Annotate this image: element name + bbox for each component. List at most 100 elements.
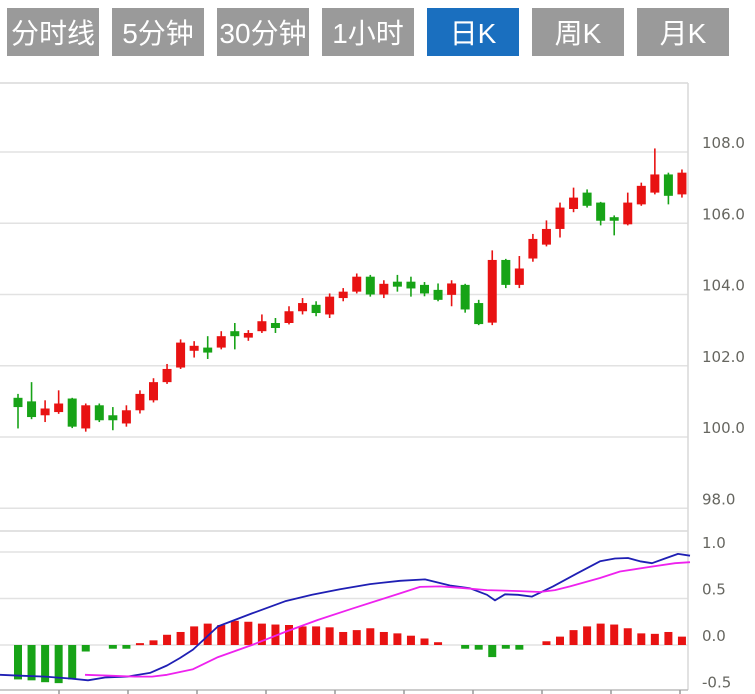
price-axis-label: 98.0: [702, 490, 735, 508]
candle-up: [447, 283, 456, 294]
macd-bar-up: [542, 641, 550, 645]
candle-up: [650, 174, 659, 192]
candle-up: [149, 382, 158, 400]
macd-bar-up: [583, 626, 591, 645]
candle-down: [230, 331, 239, 336]
candle-down: [108, 415, 117, 420]
macd-bar-up: [637, 633, 645, 645]
gridlines: [0, 83, 688, 690]
x-axis: [0, 690, 688, 694]
tab-daily-k[interactable]: 日K: [427, 8, 519, 56]
candle-down: [271, 323, 280, 328]
macd-bar-up: [624, 628, 632, 645]
candle-down: [420, 285, 429, 294]
macd-axis-label: -0.5: [702, 674, 731, 692]
macd-bar-up: [366, 628, 374, 645]
candle-up: [379, 284, 388, 295]
tab-30-minute[interactable]: 30分钟: [217, 8, 309, 56]
macd-histogram: [14, 621, 686, 683]
candle-up: [623, 203, 632, 225]
candle-up: [325, 297, 334, 315]
candle-up: [352, 277, 361, 292]
macd-axis-label: 1.0: [702, 534, 726, 552]
macd-bar-up: [421, 638, 429, 645]
candle-down: [14, 398, 23, 407]
candle-down: [434, 290, 443, 300]
macd-bar-up: [163, 635, 171, 645]
macd-bar-up: [407, 636, 415, 645]
macd-bar-up: [150, 640, 158, 645]
candle-up: [569, 198, 578, 209]
candle-up: [54, 404, 63, 413]
stock-chart-app: { "tabs": [ {"label": "分时线", "active": f…: [0, 0, 755, 694]
candle-down: [366, 277, 375, 295]
price-axis-label: 108.0: [702, 134, 745, 152]
macd-bar-up: [353, 630, 361, 645]
macd-bar-down: [28, 645, 36, 680]
tab-time-sharing-line[interactable]: 分时线: [7, 8, 99, 56]
macd-bar-down: [515, 645, 523, 650]
tab-weekly-k[interactable]: 周K: [532, 8, 624, 56]
tab-1-hour[interactable]: 1小时: [322, 8, 414, 56]
candle-up: [41, 409, 50, 416]
candle-up: [637, 186, 646, 205]
macd-bar-up: [678, 637, 686, 645]
macd-bar-up: [244, 622, 252, 645]
candle-up: [528, 239, 537, 259]
macd-bar-up: [610, 625, 618, 645]
macd-bar-up: [664, 632, 672, 645]
candle-up: [556, 208, 565, 229]
candle-down: [312, 305, 321, 313]
macd-bar-down: [109, 645, 117, 649]
macd-bar-up: [326, 627, 334, 645]
candle-up: [81, 405, 90, 428]
macd-bar-down: [488, 645, 496, 657]
candle-down: [406, 282, 415, 289]
tab-monthly-k[interactable]: 月K: [637, 8, 729, 56]
dif-line: [0, 554, 690, 680]
macd-axis-label: 0.0: [702, 627, 726, 645]
candle-down: [501, 260, 510, 285]
macd-bar-up: [570, 630, 578, 645]
candle-down: [203, 348, 212, 353]
macd-bar-up: [380, 632, 388, 645]
candle-up: [542, 229, 551, 245]
macd-bar-up: [136, 643, 144, 645]
macd-bar-up: [312, 626, 320, 645]
candle-up: [217, 336, 226, 347]
candle-up: [298, 303, 307, 311]
timeframe-tabbar: 分时线 5分钟 30分钟 1小时 日K 周K 月K: [7, 8, 729, 56]
candlestick-series[interactable]: [14, 148, 687, 431]
macd-bar-up: [299, 626, 307, 645]
candle-down: [474, 303, 483, 324]
candle-up: [257, 321, 266, 331]
macd-bar-up: [231, 621, 239, 645]
macd-bar-down: [122, 645, 130, 649]
candle-down: [664, 174, 673, 195]
price-axis-label: 102.0: [702, 348, 745, 366]
price-axis-label: 104.0: [702, 277, 745, 295]
candle-up: [244, 333, 253, 338]
price-axis-label: 100.0: [702, 419, 745, 437]
candle-down: [610, 217, 619, 221]
candle-up: [190, 346, 199, 351]
macd-axis-label: 0.5: [702, 581, 726, 599]
macd-bar-up: [597, 624, 605, 645]
price-axis-label: 106.0: [702, 205, 745, 223]
macd-bar-up: [556, 637, 564, 645]
candle-down: [95, 405, 104, 420]
chart-area[interactable]: 108.0 106.0 104.0 102.0 100.0 98.0 1.0 0.5 0.0 -0…: [0, 0, 755, 694]
macd-bar-up: [285, 625, 293, 645]
macd-bar-up: [217, 625, 225, 645]
axis-labels: 108.0 106.0 104.0 102.0 100.0 98.0 1.0 0.5 0.0 -0…: [702, 134, 745, 692]
macd-bar-up: [434, 642, 442, 645]
tab-5-minute[interactable]: 5分钟: [112, 8, 204, 56]
candle-up: [176, 343, 185, 368]
macd-bar-up: [177, 632, 185, 645]
macd-bar-up: [651, 634, 659, 645]
candle-down: [393, 282, 402, 287]
candle-down: [596, 203, 605, 221]
macd-bar-up: [393, 633, 401, 645]
candle-up: [122, 410, 131, 423]
candle-up: [515, 268, 524, 284]
